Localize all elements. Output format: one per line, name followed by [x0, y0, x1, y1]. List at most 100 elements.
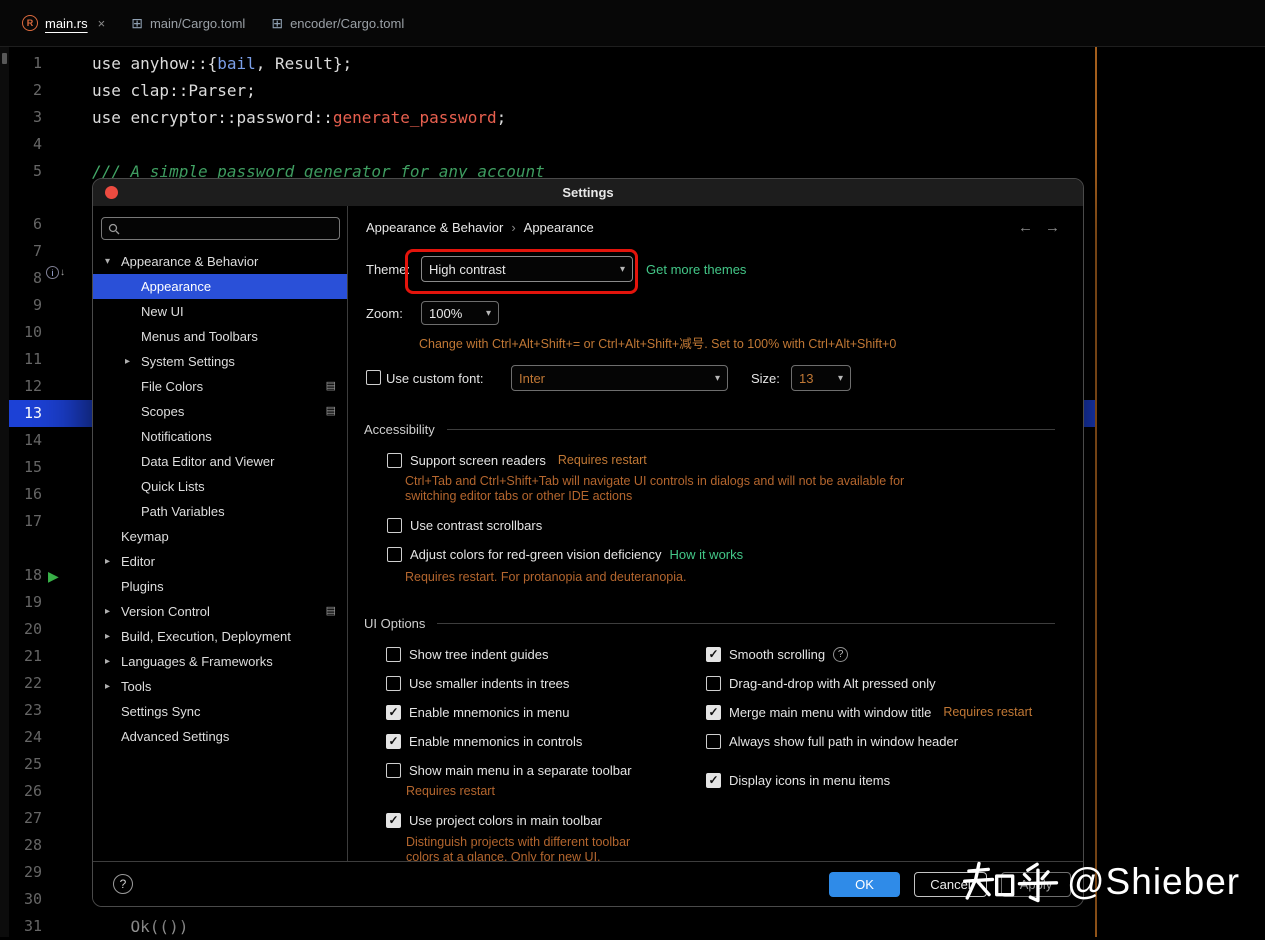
chevron-right-icon: ▸	[105, 599, 110, 624]
ok-button[interactable]: OK	[829, 872, 900, 897]
checkbox[interactable]	[387, 453, 402, 468]
checkbox[interactable]: ✓	[706, 705, 721, 720]
breadcrumb-parent[interactable]: Appearance & Behavior	[366, 220, 503, 235]
checkbox[interactable]	[386, 763, 401, 778]
option-label: Display icons in menu items	[729, 773, 890, 788]
option-label: Drag-and-drop with Alt pressed only	[729, 676, 936, 691]
option-row: ✓Enable mnemonics in controls	[386, 731, 582, 751]
checkbox[interactable]	[706, 676, 721, 691]
checkbox[interactable]	[386, 676, 401, 691]
chevron-down-icon: ▾	[715, 373, 720, 384]
option-label: Smooth scrolling	[729, 647, 825, 662]
sidebar-item[interactable]: Scopes▤	[93, 399, 348, 424]
sidebar-item-label: Languages & Frameworks	[121, 649, 273, 674]
checkbox[interactable]	[706, 734, 721, 749]
option-row: Always show full path in window header	[706, 731, 958, 751]
option-row: Drag-and-drop with Alt pressed only	[706, 673, 936, 693]
sidebar-item[interactable]: ▸ Version Control ▤	[93, 599, 348, 624]
sidebar-item[interactable]: Quick Lists	[93, 474, 348, 499]
editor-tab[interactable]: ⊞ encoder/Cargo.toml	[261, 0, 420, 46]
sidebar-item[interactable]: ▸Build, Execution, Deployment	[93, 624, 348, 649]
sidebar-item-label: Keymap	[121, 524, 169, 549]
sidebar-item[interactable]: Settings Sync	[93, 699, 348, 724]
line-number: 31	[4, 913, 42, 940]
theme-select[interactable]: High contrast ▾	[421, 256, 633, 282]
sidebar-item-label: New UI	[141, 299, 184, 324]
checkbox[interactable]	[387, 518, 402, 533]
chevron-right-icon: ▸	[105, 649, 110, 674]
checkbox[interactable]: ✓	[706, 647, 721, 662]
editor-tab[interactable]: ⊞main/Cargo.toml	[121, 0, 261, 46]
sidebar-item[interactable]: Data Editor and Viewer	[93, 449, 348, 474]
line-number: 27	[4, 805, 42, 832]
forward-button[interactable]: →	[1045, 219, 1060, 236]
checkbox[interactable]: ✓	[706, 773, 721, 788]
option-row: Show tree indent guides	[386, 644, 548, 664]
sidebar-item-label: Scopes	[141, 399, 184, 424]
get-more-themes-link[interactable]: Get more themes	[646, 262, 746, 277]
line-number: 26	[4, 778, 42, 805]
sidebar-item[interactable]: File Colors▤	[93, 374, 348, 399]
checkbox[interactable]: ✓	[386, 813, 401, 828]
tab-label: main.rs	[45, 16, 88, 31]
sidebar-item[interactable]: Keymap	[93, 524, 348, 549]
tab-label: encoder/Cargo.toml	[290, 16, 404, 31]
checkbox[interactable]: ✓	[386, 734, 401, 749]
sidebar-item[interactable]: Menus and Toolbars	[93, 324, 348, 349]
section-title: UI Options	[364, 616, 425, 631]
sidebar-item[interactable]: Path Variables	[93, 499, 348, 524]
option-label: Show tree indent guides	[409, 647, 548, 662]
font-size-select[interactable]: 13 ▾	[791, 365, 851, 391]
back-button[interactable]: ←	[1018, 219, 1033, 236]
tab-close-icon[interactable]: ×	[98, 16, 106, 31]
sidebar-item[interactable]: ▸System Settings	[93, 349, 348, 374]
help-icon[interactable]: ?	[113, 874, 133, 894]
sidebar-item[interactable]: Plugins	[93, 574, 348, 599]
use-custom-font-checkbox[interactable]	[366, 370, 381, 385]
sidebar-item-label: Notifications	[141, 424, 212, 449]
sidebar-item[interactable]: ▾Appearance & Behavior	[93, 249, 348, 274]
gutter-annotation-icon[interactable]: i ↓	[46, 266, 65, 279]
sidebar-item[interactable]: ▸ Languages & Frameworks	[93, 649, 348, 674]
sidebar-item[interactable]: ▸Editor	[93, 549, 348, 574]
option-row: Adjust colors for red-green vision defic…	[387, 544, 743, 564]
option-label: Support screen readers	[410, 453, 546, 468]
dialog-titlebar[interactable]: Settings	[93, 179, 1083, 206]
dialog-title: Settings	[562, 185, 613, 200]
editor-tab-bar: Rmain.rs×⊞main/Cargo.toml⊞encoder/Cargo.…	[0, 0, 1265, 47]
chevron-right-icon: ▸	[105, 549, 110, 574]
checkbox[interactable]: ✓	[386, 705, 401, 720]
sidebar-item[interactable]: Appearance	[93, 274, 348, 299]
option-label: Enable mnemonics in menu	[409, 705, 569, 720]
chevron-right-icon: ▸	[105, 674, 110, 699]
zoom-value: 100%	[429, 306, 462, 321]
sidebar-item[interactable]: Notifications	[93, 424, 348, 449]
option-row: Use contrast scrollbars	[387, 515, 542, 535]
zoom-select[interactable]: 100% ▾	[421, 301, 499, 325]
option-label: Use project colors in main toolbar	[409, 813, 602, 828]
sidebar-item[interactable]: New UI	[93, 299, 348, 324]
sidebar-item-label: Version Control	[121, 599, 210, 624]
line-number: 19	[4, 589, 42, 616]
sidebar-item[interactable]: ▸Tools	[93, 674, 348, 699]
font-select[interactable]: Inter ▾	[511, 365, 728, 391]
close-button[interactable]	[105, 186, 118, 199]
settings-dialog: Settings ▾Appearance & BehaviorAppearanc…	[92, 178, 1084, 907]
checkbox[interactable]	[387, 547, 402, 562]
run-gutter-icon[interactable]: ▶	[48, 563, 59, 590]
line-number: 29	[4, 859, 42, 886]
zoom-hint-text: Change with Ctrl+Alt+Shift+= or Ctrl+Alt…	[419, 333, 896, 352]
sidebar-item[interactable]: Advanced Settings	[93, 724, 348, 749]
help-icon[interactable]: ?	[833, 647, 848, 662]
right-margin-guide	[1095, 47, 1097, 937]
line-number: 7	[4, 238, 42, 265]
cargo-file-icon: ⊞	[271, 16, 283, 30]
code-line: use encryptor::password::generate_passwo…	[92, 104, 506, 131]
checkbox[interactable]	[386, 647, 401, 662]
option-note: Requires restart. For protanopia and deu…	[405, 570, 686, 585]
line-number: 14	[4, 427, 42, 454]
sidebar-item-label: Appearance	[141, 274, 211, 299]
help-link[interactable]: How it works	[669, 547, 743, 562]
list-badge-icon: ▤	[326, 599, 336, 624]
editor-tab[interactable]: Rmain.rs×	[12, 0, 121, 46]
